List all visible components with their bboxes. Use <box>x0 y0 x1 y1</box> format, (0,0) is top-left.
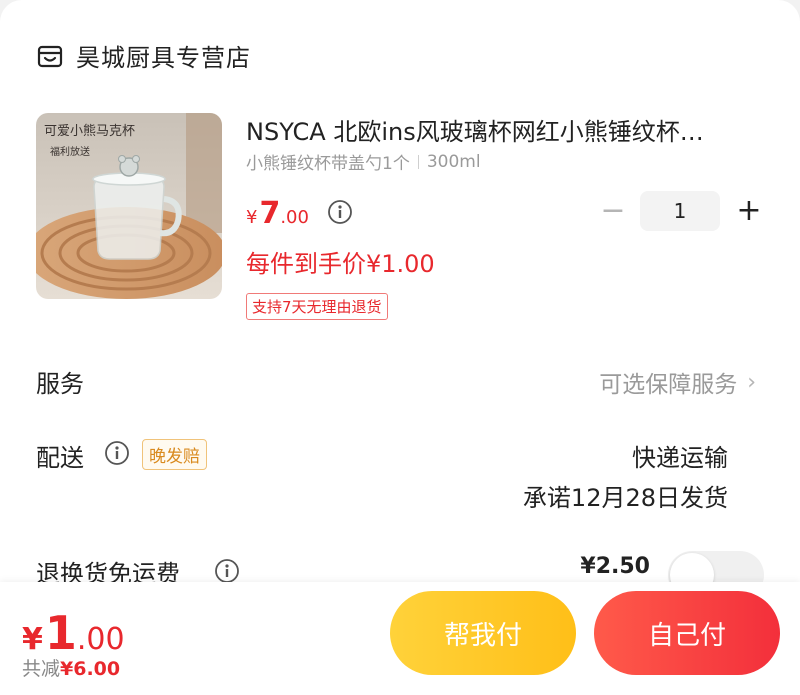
late-compensation-badge: 晚发赔 <box>142 439 207 470</box>
quantity-value[interactable]: 1 <box>640 191 720 231</box>
shipping-method: 快递运输 <box>632 444 728 472</box>
self-pay-button[interactable]: 自己付 <box>594 591 780 675</box>
service-label: 服务 <box>36 370 84 398</box>
return-freight-info-icon[interactable] <box>214 558 240 584</box>
total-price: ¥ 1 .00 <box>22 606 125 660</box>
order-confirm-card: 昊城厨具专营店 可爱小熊马克杯 福利放送 NSYCA 北欧ins风玻璃杯网红小熊… <box>0 0 800 695</box>
saved-amount: ¥6.00 <box>60 658 121 680</box>
increase-button[interactable]: + <box>732 194 766 228</box>
price-decimal: .00 <box>280 207 309 228</box>
sku-size: 300ml <box>426 151 481 172</box>
sku-divider <box>417 154 419 169</box>
quantity-stepper: − 1 + <box>596 191 766 231</box>
product-image[interactable]: 可爱小熊马克杯 福利放送 <box>36 113 222 299</box>
chevron-right-icon: › <box>747 369 756 395</box>
price-integer: 7 <box>259 196 281 231</box>
image-sub-text: 福利放送 <box>50 145 90 158</box>
sku-spec: 小熊锤纹杯带盖勺1个 <box>246 154 410 174</box>
checkout-bar: ¥ 1 .00 共减¥6.00 帮我付 自己付 <box>0 582 800 695</box>
total-currency: ¥ <box>22 622 43 657</box>
total-decimal: .00 <box>76 622 125 657</box>
total-integer: 1 <box>44 606 77 660</box>
shipping-label: 配送 <box>36 444 84 472</box>
decrease-button[interactable]: − <box>596 194 630 228</box>
image-brand-text: 可爱小熊马克杯 <box>44 123 135 139</box>
shipping-promise: 承诺12月28日发货 <box>522 484 728 512</box>
price-currency: ¥ <box>246 207 258 228</box>
return-policy-badge: 支持7天无理由退货 <box>246 293 388 320</box>
store-icon <box>37 45 63 67</box>
service-selector[interactable]: 可选保障服务 › <box>599 365 756 399</box>
total-saved: 共减¥6.00 <box>22 654 120 681</box>
final-price: 每件到手价¥1.00 <box>246 250 435 278</box>
help-pay-button[interactable]: 帮我付 <box>390 591 576 675</box>
store-header[interactable]: 昊城厨具专营店 <box>36 38 251 73</box>
shipping-info-icon[interactable] <box>104 440 130 466</box>
return-freight-price: ¥2.50 <box>580 554 650 579</box>
saved-label: 共减 <box>22 658 61 680</box>
store-name: 昊城厨具专营店 <box>76 44 251 72</box>
unit-price: ¥ 7 .00 <box>246 196 309 231</box>
product-title[interactable]: NSYCA 北欧ins风玻璃杯网红小熊锤纹杯… <box>246 112 766 147</box>
service-value: 可选保障服务 <box>599 372 738 398</box>
price-info-icon[interactable] <box>327 199 353 225</box>
product-sku[interactable]: 小熊锤纹杯带盖勺1个 300ml <box>246 149 481 175</box>
